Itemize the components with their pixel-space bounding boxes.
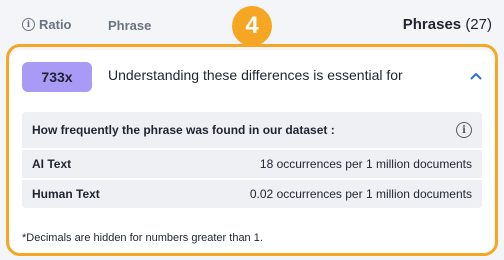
stats-heading: How frequently the phrase was found in o… (32, 123, 335, 137)
decimals-footnote: *Decimals are hidden for numbers greater… (22, 232, 263, 244)
info-icon[interactable]: i (456, 122, 472, 138)
ratio-column-label: Ratio (39, 17, 72, 32)
phrase-column-label[interactable]: Phrase (108, 18, 151, 33)
stat-row-ai: AI Text 18 occurrences per 1 million doc… (22, 148, 482, 178)
step-number-badge: 4 (232, 6, 272, 46)
stat-row-human: Human Text 0.02 occurrences per 1 millio… (22, 178, 482, 208)
frequency-stats: How frequently the phrase was found in o… (22, 112, 482, 208)
stat-label: AI Text (32, 157, 72, 171)
stat-value: 0.02 occurrences per 1 million documents (249, 187, 472, 201)
stats-heading-row: How frequently the phrase was found in o… (22, 112, 482, 148)
ratio-badge: 733x (22, 62, 92, 92)
phrase-card[interactable]: 733x Understanding these differences is … (10, 50, 494, 254)
phrases-panel: i Ratio Phrase Phrases (27) 4 733x Under… (0, 0, 504, 260)
sort-ratio-column[interactable]: i Ratio (22, 17, 72, 32)
phrase-text: Understanding these differences is essen… (108, 67, 403, 83)
stat-label: Human Text (32, 187, 100, 201)
info-icon[interactable]: i (22, 18, 35, 31)
phrases-title: Phrases (402, 16, 462, 33)
stat-value: 18 occurrences per 1 million documents (259, 157, 472, 171)
phrases-count-title: Phrases (27) (403, 16, 492, 33)
phrases-count: (27) (465, 16, 492, 33)
chevron-up-icon[interactable] (468, 68, 484, 84)
